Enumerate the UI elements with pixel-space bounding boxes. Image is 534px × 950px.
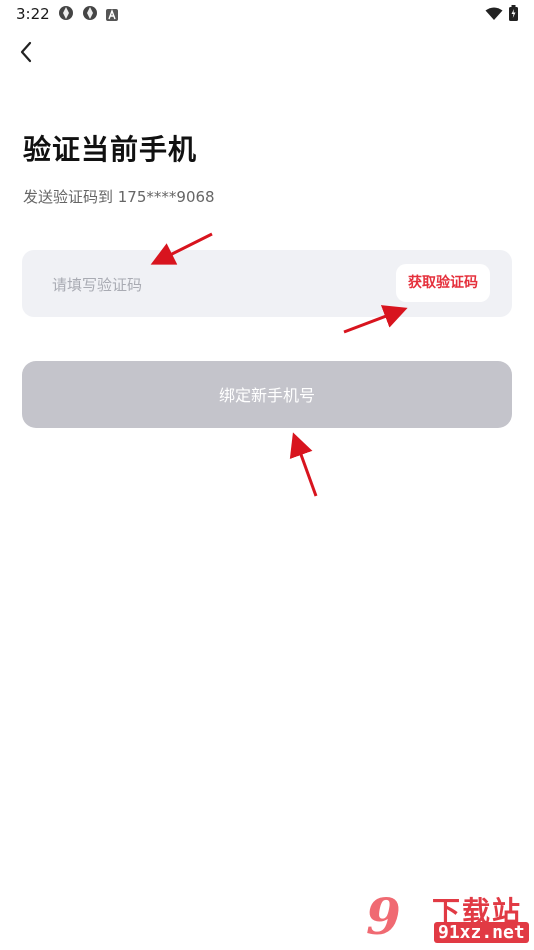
status-icons-left xyxy=(58,5,118,25)
watermark-mark: 9 xyxy=(366,887,401,946)
verification-code-box: 获取验证码 xyxy=(22,250,512,317)
verification-code-input[interactable] xyxy=(50,268,374,302)
aperture-icon xyxy=(58,5,74,25)
watermark-url: 91xz.net xyxy=(434,922,529,943)
font-a-icon xyxy=(106,6,118,25)
wifi-icon xyxy=(485,6,503,25)
get-code-button[interactable]: 获取验证码 xyxy=(396,264,490,302)
aperture-icon xyxy=(82,5,98,25)
chevron-left-icon xyxy=(19,41,33,67)
status-icons-right xyxy=(485,5,518,25)
watermark-logo: 9 下载站 91xz.net xyxy=(360,888,530,946)
status-bar: 3:22 xyxy=(0,0,534,28)
battery-icon xyxy=(509,5,518,25)
subtitle-phone: 发送验证码到 175****9068 xyxy=(23,188,215,206)
status-time: 3:22 xyxy=(16,5,50,23)
bind-new-phone-button[interactable]: 绑定新手机号 xyxy=(22,361,512,428)
back-button[interactable] xyxy=(12,40,40,68)
arrow-to-bind-button xyxy=(289,432,318,497)
page-title: 验证当前手机 xyxy=(23,133,198,166)
